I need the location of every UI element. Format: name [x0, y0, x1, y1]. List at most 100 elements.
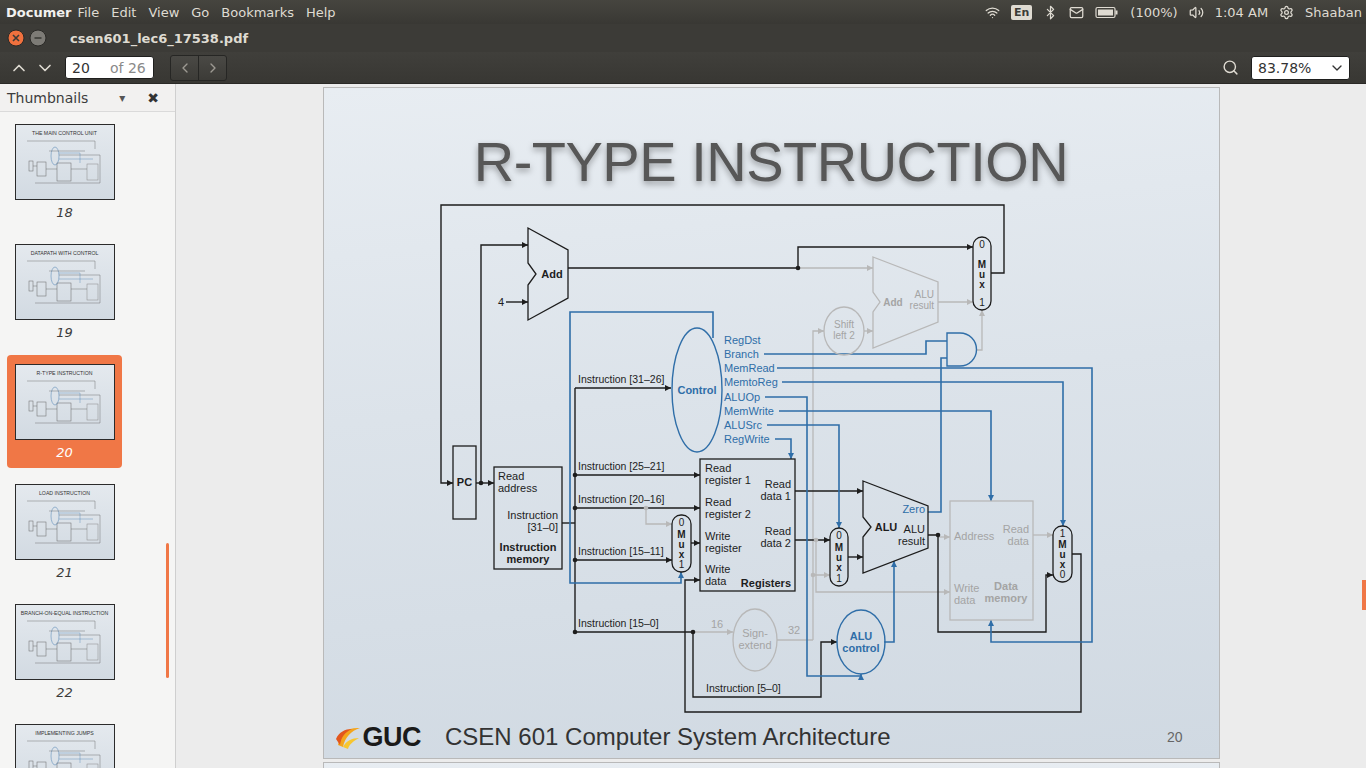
- close-button[interactable]: [7, 29, 25, 47]
- menu-item[interactable]: Help: [306, 5, 336, 20]
- branch-adder-result: ALUresult: [909, 289, 934, 311]
- thumbnail-item[interactable]: THE MAIN CONTROL UNIT18: [7, 115, 122, 228]
- control-signal: ALUOp: [724, 391, 760, 403]
- mux-top-input: 1: [1059, 528, 1065, 539]
- zoom-select[interactable]: 83.78%: [1251, 56, 1350, 80]
- control-wire: [777, 368, 1092, 642]
- sidebar-close-button[interactable]: ✖: [147, 90, 159, 106]
- control-wire: [782, 382, 1063, 526]
- datapath-wire: [568, 247, 973, 268]
- control-wire: [928, 358, 947, 512]
- window-body: Thumbnails▾ ✖ THE MAIN CONTROL UNIT18DATAP…: [0, 84, 1366, 768]
- control-label: Control: [677, 384, 716, 396]
- inactive-wire: [693, 631, 733, 632]
- junction-dot: [813, 538, 818, 543]
- alu-control-label: ALUcontrol: [842, 630, 879, 654]
- wifi-icon[interactable]: [985, 5, 1000, 20]
- junction-dot: [572, 630, 577, 635]
- thumbnail-title: IMPLEMENTING JUMPS: [35, 730, 94, 736]
- chevron-left-icon: [177, 60, 193, 76]
- branch-adder-label: Add: [883, 297, 902, 308]
- instruction-field: Instruction [15–0]: [578, 617, 659, 629]
- mux-label: Mux: [977, 259, 985, 290]
- menu-item[interactable]: Bookmarks: [221, 5, 294, 20]
- chevron-up-icon: [9, 58, 29, 78]
- bluetooth-icon[interactable]: [1043, 5, 1058, 20]
- sidebar-scrollbar[interactable]: [166, 543, 169, 678]
- battery-reading[interactable]: (100%): [1130, 5, 1177, 20]
- datapath-wire: [575, 474, 700, 475]
- thumbnail-page-label: 21: [56, 566, 73, 580]
- thumbnail-item[interactable]: IMPLEMENTING JUMPS: [7, 715, 122, 768]
- slide-page-number: 20: [1167, 729, 1183, 745]
- thumbnail-item[interactable]: DATAPATH WITH CONTROL19: [7, 235, 122, 348]
- junction-dot: [643, 506, 648, 511]
- battery-icon[interactable]: [1095, 6, 1119, 19]
- alu: [863, 481, 928, 573]
- mux-top-input: 0: [979, 239, 985, 250]
- top-panel: DocumerFileEditViewGoBookmarksHelpEn(100…: [0, 0, 1366, 24]
- datapath-wire: [928, 535, 1053, 632]
- minimize-button[interactable]: [29, 29, 47, 47]
- thumbnail-image: BRANCH-ON-EQUAL INSTRUCTION: [15, 604, 115, 680]
- thumbnail-page-label: 18: [56, 206, 73, 220]
- mux-top-input: 0: [836, 530, 842, 541]
- page-field[interactable]: 20 of 26: [65, 56, 154, 79]
- page-number[interactable]: 20: [72, 60, 94, 76]
- menu-item[interactable]: Go: [191, 5, 209, 20]
- pc-increment-label: 4: [498, 296, 504, 308]
- sidebar-header: Thumbnails▾ ✖: [0, 84, 175, 112]
- toolbar: 20 of 26 83.78%: [0, 52, 1366, 84]
- thumbnail-page-label: 20: [56, 446, 73, 460]
- menu-item[interactable]: View: [148, 5, 179, 20]
- logo-text: GUC: [363, 722, 422, 753]
- thumbnail-item[interactable]: BRANCH-ON-EQUAL INSTRUCTION22: [7, 595, 122, 708]
- volume-icon[interactable]: [1189, 5, 1204, 20]
- back-button[interactable]: [171, 56, 198, 80]
- register-input: Writedata: [705, 563, 730, 587]
- sign-extend-label: Sign-extend: [738, 627, 771, 651]
- document-page: R-TYPE INSTRUCTIONPCAdd4AddALUresultShif…: [324, 88, 1219, 758]
- thumbnail-diagram-icon: [25, 619, 105, 671]
- thumbnail-diagram-icon: [25, 739, 105, 768]
- datapath-wire: [685, 554, 1081, 712]
- clock[interactable]: 1:04 AM: [1215, 5, 1268, 20]
- document-scrollbar[interactable]: [1362, 580, 1366, 610]
- thumbnail-diagram-icon: [25, 259, 105, 311]
- inactive-wire: [646, 508, 672, 524]
- thumbnail-item[interactable]: LOAD INSTRUCTION21: [7, 475, 122, 588]
- dmem-address: Address: [954, 530, 995, 542]
- control-wire: [775, 439, 791, 459]
- sidebar-title[interactable]: Thumbnails: [7, 90, 119, 106]
- mail-icon[interactable]: [1069, 5, 1084, 20]
- pc-adder: [528, 228, 568, 320]
- sign-extend: [733, 609, 777, 671]
- search-button[interactable]: [1217, 55, 1243, 81]
- datapath-wire: [693, 632, 837, 697]
- next-page-button[interactable]: [32, 55, 58, 81]
- multiplexer: 0Mux1: [672, 515, 691, 572]
- forward-button[interactable]: [198, 56, 226, 80]
- user-name[interactable]: Shaaban: [1305, 5, 1362, 20]
- datapath-wire: [481, 245, 528, 483]
- thumbnail-item[interactable]: R-TYPE INSTRUCTION20: [7, 355, 122, 468]
- previous-page-button[interactable]: [6, 55, 32, 81]
- keyboard-layout[interactable]: En: [1011, 5, 1032, 20]
- gear-icon[interactable]: [1279, 5, 1294, 20]
- slide-title: R-TYPE INSTRUCTION: [324, 126, 1219, 196]
- menu-item[interactable]: Edit: [111, 5, 136, 20]
- page-count: of 26: [110, 60, 146, 76]
- mux-label: Mux: [1058, 539, 1066, 570]
- junction-dot: [572, 558, 577, 563]
- sign-extend-in-bits: 16: [710, 618, 722, 630]
- sidebar-menu-button[interactable]: ▾: [119, 91, 125, 105]
- control-wire: [884, 561, 894, 642]
- menu-item[interactable]: File: [77, 5, 99, 20]
- dropdown-icon: [1329, 60, 1345, 76]
- zoom-value: 83.78%: [1258, 60, 1311, 76]
- pc-register: [453, 446, 476, 519]
- control-signal: RegDst: [724, 334, 761, 346]
- control-signal: ALUSrc: [724, 419, 762, 431]
- guc-logo: GUC: [334, 722, 422, 753]
- inactive-wire: [977, 310, 982, 350]
